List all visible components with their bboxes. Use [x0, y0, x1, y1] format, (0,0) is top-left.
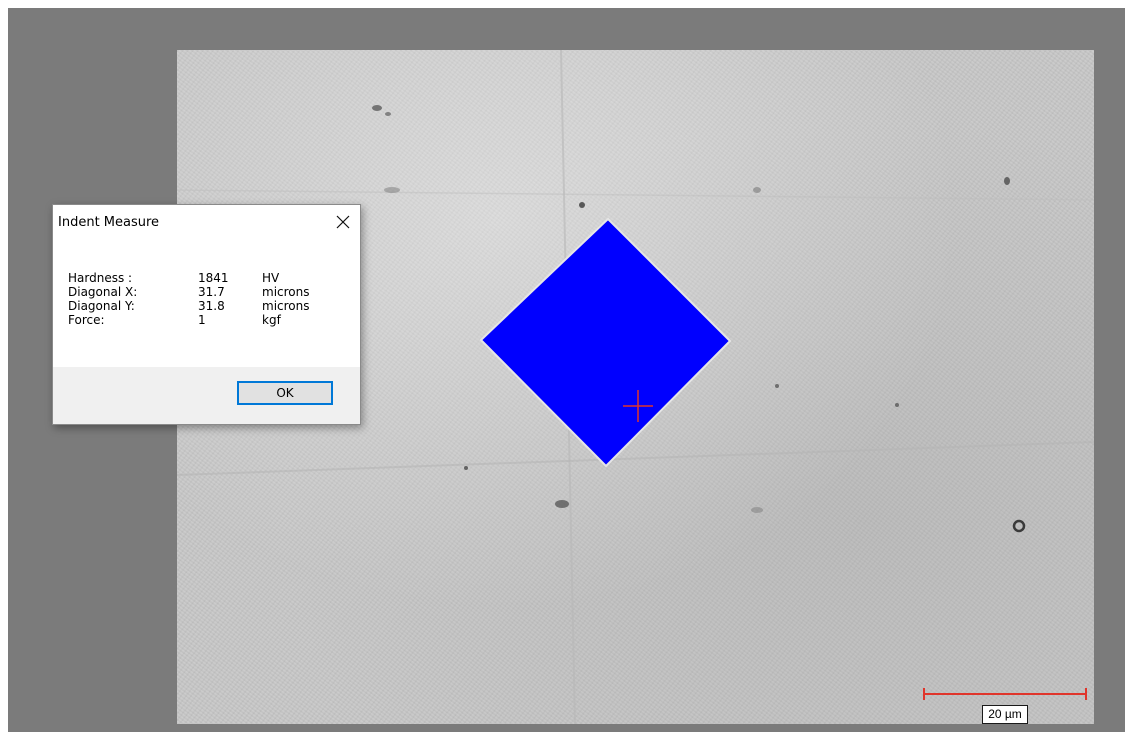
surface-speck	[464, 466, 468, 470]
scale-bar-right-cap	[1085, 688, 1087, 700]
hardness-unit: HV	[262, 271, 280, 285]
surface-speck	[895, 403, 899, 407]
surface-scratch	[177, 189, 1094, 201]
diagonal-x-unit: microns	[262, 285, 310, 299]
close-icon	[336, 215, 350, 229]
diagonal-y-unit: microns	[262, 299, 310, 313]
hardness-label: Hardness :	[68, 271, 133, 285]
vickers-indent	[479, 217, 732, 468]
force-value: 1	[198, 313, 206, 327]
diagonal-x-value: 31.7	[198, 285, 225, 299]
surface-speck	[751, 507, 763, 513]
dialog-footer: OK	[53, 367, 360, 424]
diagonal-y-value: 31.8	[198, 299, 225, 313]
scale-bar	[923, 688, 1087, 700]
surface-speck	[555, 500, 569, 508]
surface-speck	[579, 202, 585, 208]
diagonal-x-label: Diagonal X:	[68, 285, 138, 299]
scale-bar-left-cap	[923, 688, 925, 700]
close-button[interactable]	[326, 205, 360, 239]
surface-scratch	[177, 441, 1094, 476]
force-label: Force:	[68, 313, 105, 327]
dialog-titlebar[interactable]: Indent Measure	[53, 205, 360, 239]
surface-speck	[384, 187, 400, 193]
force-unit: kgf	[262, 313, 281, 327]
surface-speck	[1004, 177, 1010, 185]
indent-measure-dialog: Indent Measure Hardness : 1841 HV Diagon…	[52, 204, 361, 425]
surface-speck	[775, 384, 779, 388]
scale-bar-label: 20 µm	[982, 705, 1028, 724]
surface-speck	[372, 105, 382, 111]
ok-button[interactable]: OK	[237, 381, 333, 405]
hardness-value: 1841	[198, 271, 229, 285]
surface-speck	[385, 112, 391, 116]
dialog-title: Indent Measure	[58, 215, 160, 230]
measurement-panel: Hardness : 1841 HV Diagonal X: 31.7 micr…	[53, 239, 360, 367]
diagonal-y-label: Diagonal Y:	[68, 299, 135, 313]
scale-bar-line	[923, 693, 1087, 695]
surface-pore	[1012, 519, 1026, 533]
surface-speck	[753, 187, 761, 193]
